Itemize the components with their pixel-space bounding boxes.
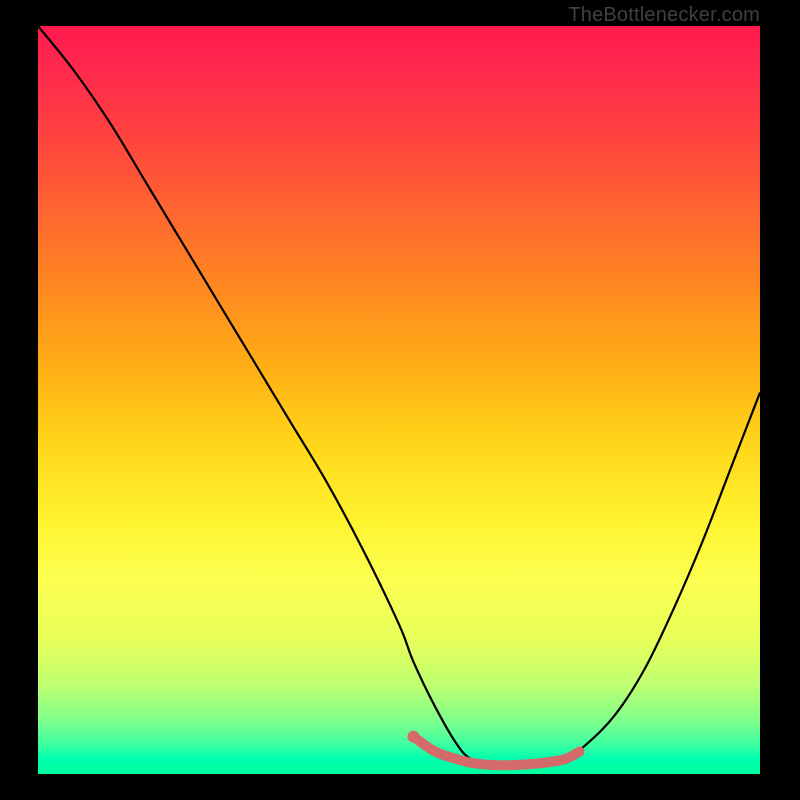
source-link[interactable]: TheBottlenecker.com [568, 4, 760, 27]
marker-start-dot [407, 731, 419, 743]
bottleneck-curve [38, 26, 760, 767]
optimal-zone-marker [413, 737, 579, 766]
plot-area [38, 26, 760, 774]
chart-frame: TheBottlenecker.com [0, 0, 800, 800]
chart-svg [38, 26, 760, 774]
